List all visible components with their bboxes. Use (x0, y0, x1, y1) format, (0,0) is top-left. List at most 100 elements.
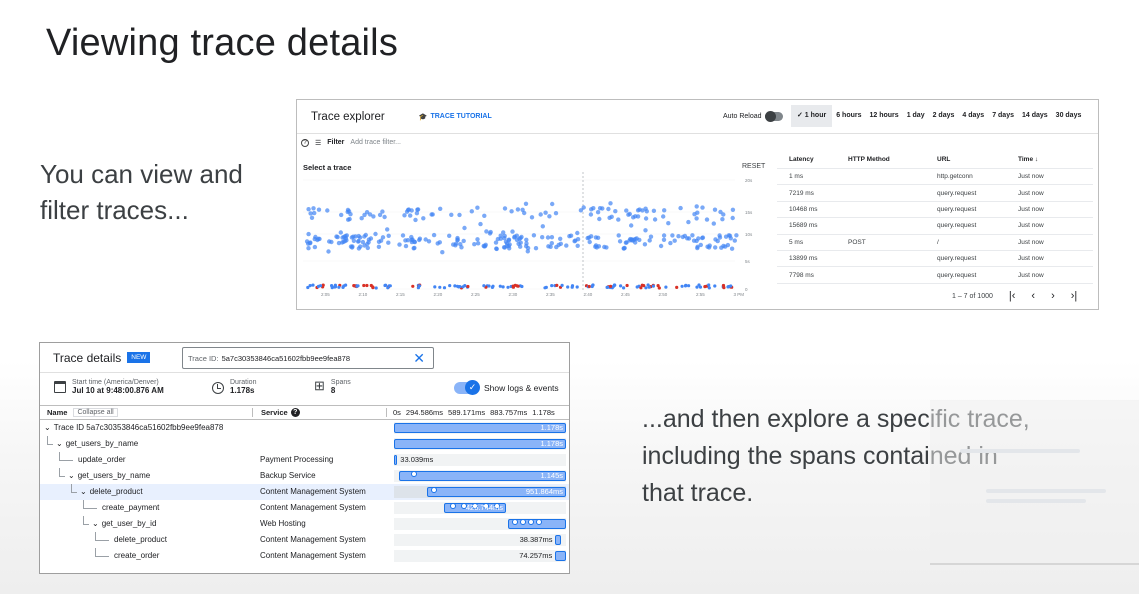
trace-point[interactable] (725, 242, 731, 248)
trace-point[interactable] (417, 236, 423, 241)
trace-point[interactable] (734, 233, 739, 238)
trace-point[interactable] (316, 207, 322, 212)
trace-point[interactable] (609, 284, 613, 288)
reset-button[interactable]: RESET (742, 163, 765, 170)
trace-point[interactable] (412, 239, 417, 244)
trace-point[interactable] (476, 241, 481, 246)
trace-point[interactable] (686, 219, 691, 225)
trace-point[interactable] (306, 285, 310, 290)
trace-point[interactable] (402, 213, 407, 218)
trace-point[interactable] (711, 221, 716, 226)
trace-point[interactable] (613, 209, 618, 214)
trace-point[interactable] (648, 234, 654, 239)
trace-point[interactable] (368, 236, 374, 241)
trace-point[interactable] (447, 233, 452, 238)
trace-scatter-chart[interactable]: 20s 15s 10s 5s 0 2:05 2:10 2:15 2:20 2:25 2:30 2:35… (303, 172, 765, 302)
trace-point[interactable] (431, 232, 437, 238)
trace-point[interactable] (606, 206, 611, 212)
trace-point[interactable] (348, 212, 353, 217)
trace-point[interactable] (329, 239, 334, 245)
trace-point[interactable] (330, 284, 334, 288)
trace-point[interactable] (553, 211, 559, 216)
table-row[interactable]: 7798 ms query.request Just now (777, 267, 1093, 284)
auto-reload[interactable]: Auto Reload (723, 111, 783, 122)
trace-point[interactable] (643, 206, 648, 211)
trace-point[interactable] (691, 238, 697, 243)
trace-point[interactable] (726, 285, 730, 289)
time-range-button[interactable]: 6 hours (832, 105, 865, 127)
event-marker-icon[interactable] (519, 519, 526, 525)
chevron-down-icon[interactable]: ⌄ (92, 519, 99, 528)
trace-point[interactable] (404, 209, 410, 214)
trace-point[interactable] (458, 285, 462, 289)
trace-point[interactable] (411, 284, 415, 288)
trace-point[interactable] (511, 285, 515, 289)
trace-point[interactable] (540, 235, 545, 240)
trace-point[interactable] (518, 240, 523, 245)
time-range-button[interactable]: 30 days (1052, 105, 1086, 127)
column-header[interactable]: URL (937, 156, 1018, 163)
trace-point[interactable] (572, 239, 577, 244)
trace-point[interactable] (664, 285, 668, 289)
trace-point[interactable] (507, 246, 512, 251)
trace-point[interactable] (548, 244, 553, 249)
trace-point[interactable] (695, 285, 699, 289)
trace-point[interactable] (362, 283, 366, 288)
trace-point[interactable] (668, 240, 673, 246)
trace-id-field[interactable]: Trace ID: 5a7c30353846ca51602fbb9ee9fea8… (182, 347, 434, 369)
trace-point[interactable] (429, 212, 434, 217)
chevron-down-icon[interactable]: ⌄ (44, 423, 51, 432)
span-row[interactable]: update_order Payment Processing 33.039ms (40, 452, 569, 468)
trace-point[interactable] (403, 243, 409, 249)
trace-point[interactable] (518, 235, 523, 241)
trace-point[interactable] (362, 234, 367, 239)
trace-point[interactable] (367, 212, 373, 217)
table-row[interactable]: 5 ms POST / Just now (777, 235, 1093, 251)
trace-point[interactable] (652, 217, 658, 222)
trace-point[interactable] (666, 221, 671, 226)
trace-point[interactable] (325, 208, 330, 213)
span-row[interactable]: create_payment Content Management System 4… (40, 500, 569, 516)
trace-point[interactable] (676, 234, 681, 239)
trace-point[interactable] (490, 285, 494, 289)
trace-point[interactable] (349, 245, 355, 250)
prev-page-icon[interactable]: ‹ (1031, 290, 1035, 302)
trace-point[interactable] (383, 283, 387, 288)
trace-point[interactable] (461, 238, 466, 244)
auto-reload-toggle[interactable] (764, 111, 783, 122)
trace-point[interactable] (306, 231, 311, 237)
span-row[interactable]: ⌄ Trace ID 5a7c30353846ca51602fbb9ee9fea8… (40, 420, 569, 436)
trace-point[interactable] (713, 245, 718, 250)
trace-point[interactable] (690, 233, 695, 238)
trace-point[interactable] (498, 284, 502, 288)
trace-point[interactable] (617, 239, 623, 244)
trace-point[interactable] (633, 240, 638, 245)
trace-point[interactable] (651, 208, 657, 213)
trace-point[interactable] (449, 212, 454, 217)
trace-point[interactable] (627, 211, 632, 217)
trace-point[interactable] (512, 235, 517, 240)
trace-point[interactable] (413, 217, 418, 223)
trace-point[interactable] (575, 230, 580, 236)
trace-point[interactable] (700, 205, 705, 210)
trace-point[interactable] (651, 284, 655, 288)
trace-point[interactable] (378, 238, 384, 243)
span-row[interactable]: ⌄ get_users_by_name 1.178s (40, 436, 569, 452)
trace-point[interactable] (333, 283, 337, 287)
trace-point[interactable] (568, 233, 574, 238)
trace-point[interactable] (635, 214, 641, 219)
trace-point[interactable] (558, 241, 563, 246)
help-icon[interactable]: ? (301, 138, 309, 147)
trace-point[interactable] (339, 212, 344, 218)
event-marker-icon[interactable] (535, 519, 542, 525)
trace-point[interactable] (342, 284, 346, 288)
trace-point[interactable] (621, 246, 626, 251)
trace-point[interactable] (475, 205, 480, 210)
trace-point[interactable] (647, 285, 651, 289)
trace-point[interactable] (597, 216, 602, 222)
event-marker-icon[interactable] (449, 503, 456, 509)
trace-point[interactable] (683, 284, 688, 288)
chevron-down-icon[interactable]: ⌄ (80, 487, 87, 496)
trace-point[interactable] (516, 284, 520, 288)
trace-point[interactable] (682, 233, 688, 239)
